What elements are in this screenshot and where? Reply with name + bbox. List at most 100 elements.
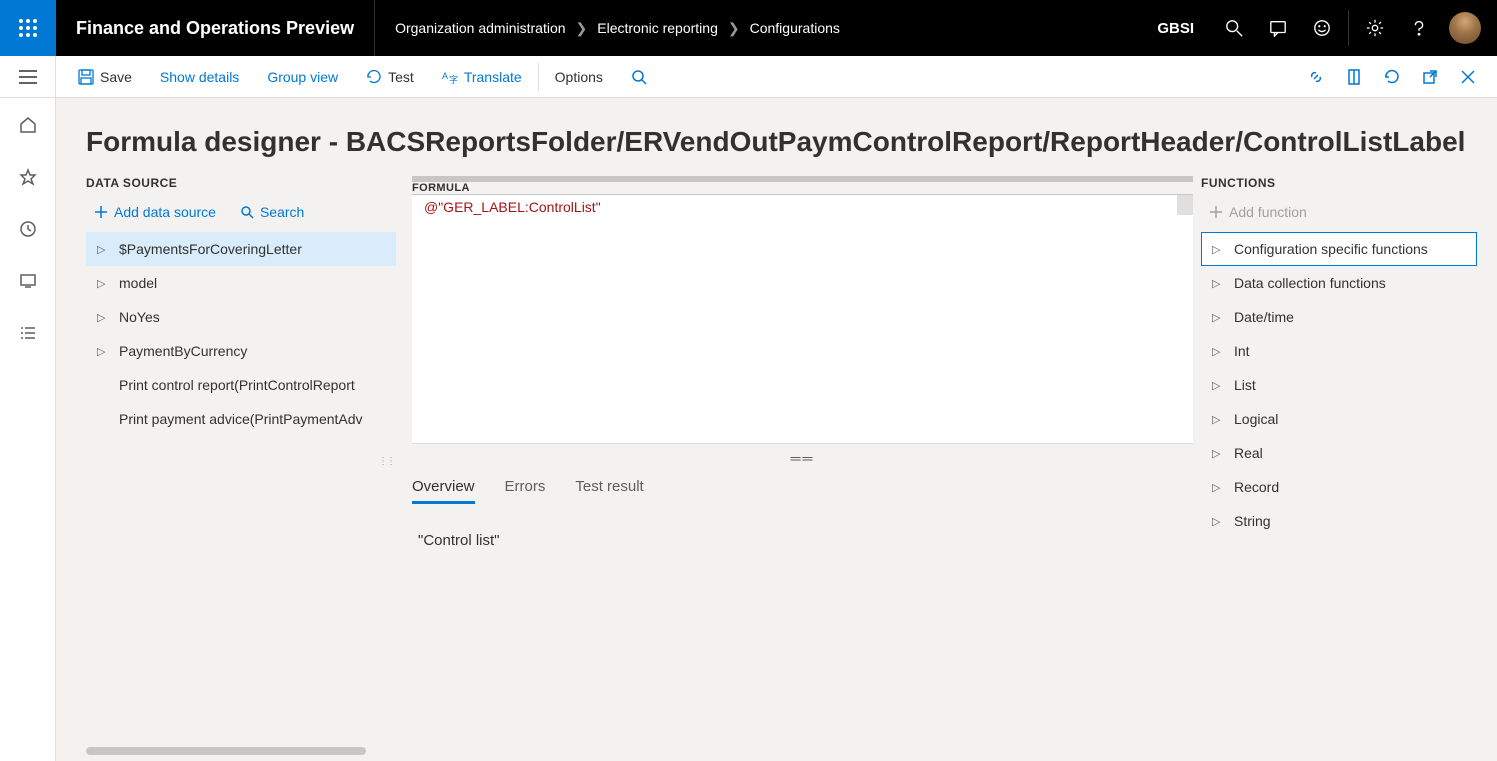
tree-item[interactable]: ▷$PaymentsForCoveringLetter <box>86 232 396 266</box>
home-icon[interactable] <box>8 112 48 138</box>
caret-icon: ▷ <box>97 243 117 256</box>
result-tabs: Overview Errors Test result <box>412 472 1193 504</box>
app-launcher-icon[interactable] <box>0 0 56 56</box>
options-label: Options <box>555 69 603 85</box>
divider <box>538 63 539 91</box>
tree-item[interactable]: ▷Date/time <box>1201 300 1477 334</box>
breadcrumb-item[interactable]: Organization administration <box>395 20 565 36</box>
svg-text:字: 字 <box>449 74 458 85</box>
breadcrumb: Organization administration ❯ Electronic… <box>375 20 1139 37</box>
link-icon[interactable] <box>1297 56 1335 98</box>
gear-icon[interactable] <box>1353 0 1397 56</box>
caret-icon: ▷ <box>97 345 117 358</box>
tree-item-label: Real <box>1232 445 1263 461</box>
group-view-button[interactable]: Group view <box>253 56 352 98</box>
tree-item[interactable]: ▷Logical <box>1201 402 1477 436</box>
tree-item-label: Date/time <box>1232 309 1294 325</box>
save-label: Save <box>100 69 132 85</box>
tree-item-label: Logical <box>1232 411 1278 427</box>
options-button[interactable]: Options <box>541 56 617 98</box>
drag-handle-icon[interactable]: ══ <box>412 444 1193 472</box>
tree-item-label: Record <box>1232 479 1279 495</box>
formula-editor[interactable]: @"GER_LABEL:ControlList" <box>412 194 1193 444</box>
help-icon[interactable] <box>1397 0 1441 56</box>
group-view-label: Group view <box>267 69 338 85</box>
search-datasource-button[interactable]: Search <box>240 204 304 220</box>
page-title: Formula designer - BACSReportsFolder/ERV… <box>86 126 1497 158</box>
test-button[interactable]: Test <box>352 56 428 98</box>
chevron-right-icon: ❯ <box>728 20 740 37</box>
functions-panel: FUNCTIONS Add function ▷Configuration sp… <box>1201 176 1497 549</box>
tree-item[interactable]: ▷Int <box>1201 334 1477 368</box>
tab-test-result[interactable]: Test result <box>575 478 643 504</box>
legal-entity[interactable]: GBSI <box>1139 20 1212 37</box>
tab-errors[interactable]: Errors <box>505 478 546 504</box>
refresh-icon[interactable] <box>1373 56 1411 98</box>
tree-item-label: NoYes <box>117 309 160 325</box>
caret-icon: ▷ <box>1212 481 1232 494</box>
tree-item[interactable]: ▷PaymentByCurrency <box>86 334 396 368</box>
action-bar: Save Show details Group view Test A字 Tra… <box>0 56 1497 98</box>
horizontal-scrollbar[interactable] <box>86 747 366 755</box>
workspace-icon[interactable] <box>8 268 48 294</box>
caret-icon: ▷ <box>97 311 117 324</box>
tree-item[interactable]: ▷Record <box>1201 470 1477 504</box>
breadcrumb-item[interactable]: Electronic reporting <box>597 20 718 36</box>
messages-icon[interactable] <box>1256 0 1300 56</box>
tab-overview[interactable]: Overview <box>412 478 475 504</box>
recent-icon[interactable] <box>8 216 48 242</box>
tree-item[interactable]: ▷List <box>1201 368 1477 402</box>
test-label: Test <box>388 69 414 85</box>
tree-item[interactable]: ▷String <box>1201 504 1477 538</box>
modules-icon[interactable] <box>8 320 48 346</box>
tree-item-label: model <box>117 275 157 291</box>
emoji-icon[interactable] <box>1300 0 1344 56</box>
show-details-button[interactable]: Show details <box>146 56 253 98</box>
tree-item[interactable]: ▷Real <box>1201 436 1477 470</box>
save-button[interactable]: Save <box>64 56 146 98</box>
data-source-label: DATA SOURCE <box>86 176 396 190</box>
translate-button[interactable]: A字 Translate <box>428 56 536 98</box>
left-rail <box>0 98 56 761</box>
caret-icon: ▷ <box>97 277 117 290</box>
add-data-source-button[interactable]: Add data source <box>94 204 216 220</box>
search-label: Search <box>260 204 304 220</box>
caret-icon: ▷ <box>1212 447 1232 460</box>
avatar[interactable] <box>1449 12 1481 44</box>
tree-item[interactable]: ▷model <box>86 266 396 300</box>
search-icon[interactable] <box>1212 0 1256 56</box>
scrollbar[interactable] <box>1177 195 1193 215</box>
caret-icon: ▷ <box>1212 379 1232 392</box>
tree-item[interactable]: Print payment advice(PrintPaymentAdv <box>86 402 396 436</box>
tree-item[interactable]: ▷NoYes <box>86 300 396 334</box>
show-details-label: Show details <box>160 69 239 85</box>
caret-icon: ▷ <box>1212 413 1232 426</box>
caret-icon: ▷ <box>1212 243 1232 256</box>
breadcrumb-item[interactable]: Configurations <box>750 20 840 36</box>
top-header: Finance and Operations Preview Organizat… <box>0 0 1497 56</box>
tree-item[interactable]: ▷Data collection functions <box>1201 266 1477 300</box>
tree-item-label: PaymentByCurrency <box>117 343 247 359</box>
tree-item[interactable]: ▷Configuration specific functions <box>1201 232 1477 266</box>
formula-panel: FORMULA @"GER_LABEL:ControlList" ══ Over… <box>396 176 1201 549</box>
tree-item-label: Print payment advice(PrintPaymentAdv <box>117 411 363 427</box>
favorite-icon[interactable] <box>8 164 48 190</box>
tree-item[interactable]: Print control report(PrintControlReport <box>86 368 396 402</box>
nav-toggle-icon[interactable] <box>0 56 56 98</box>
tree-item-label: List <box>1232 377 1256 393</box>
overview-result: "Control list" <box>412 504 1193 549</box>
caret-icon: ▷ <box>1212 345 1232 358</box>
main: Formula designer - BACSReportsFolder/ERV… <box>0 98 1497 761</box>
svg-text:A: A <box>442 71 448 81</box>
resize-handle-icon[interactable]: ⋮⋮ <box>86 456 396 467</box>
filter-button[interactable] <box>617 56 661 98</box>
tree-item-label: Int <box>1232 343 1250 359</box>
action-right <box>1297 56 1497 98</box>
header-right: GBSI <box>1139 0 1497 56</box>
caret-icon: ▷ <box>1212 277 1232 290</box>
close-icon[interactable] <box>1449 56 1487 98</box>
page-icon[interactable] <box>1335 56 1373 98</box>
chevron-right-icon: ❯ <box>576 20 588 37</box>
formula-code: @"GER_LABEL:ControlList" <box>424 199 601 215</box>
popout-icon[interactable] <box>1411 56 1449 98</box>
